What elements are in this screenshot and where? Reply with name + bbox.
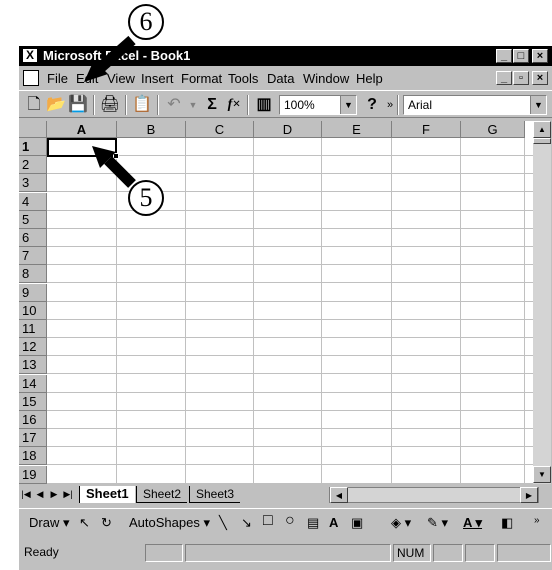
callout-arrows bbox=[84, 35, 136, 188]
arrow-5 bbox=[92, 146, 136, 188]
arrow-6 bbox=[84, 35, 136, 82]
